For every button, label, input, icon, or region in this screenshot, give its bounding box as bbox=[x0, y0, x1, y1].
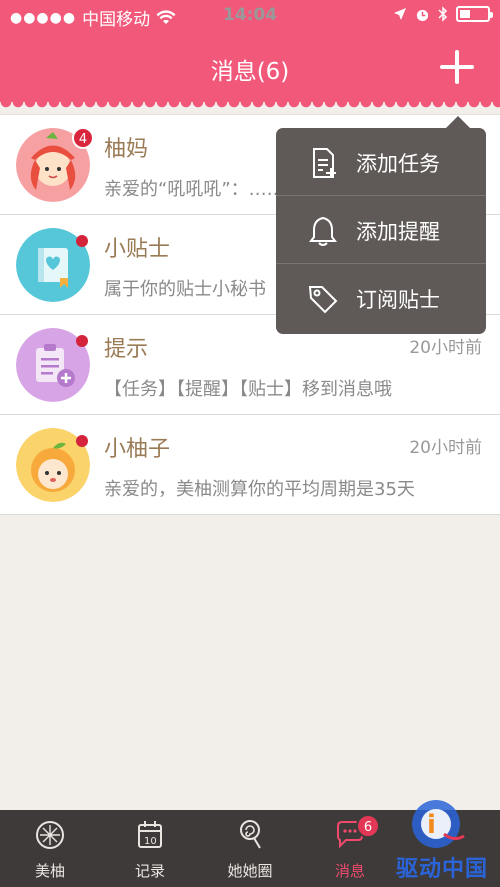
unread-dot bbox=[76, 335, 88, 347]
tab-badge: 6 bbox=[356, 814, 380, 838]
sender-name: 柚妈 bbox=[104, 137, 149, 162]
unread-badge: 4 bbox=[72, 127, 94, 149]
lollipop-icon bbox=[240, 820, 261, 849]
grapefruit-icon bbox=[36, 821, 64, 849]
svg-text:i: i bbox=[427, 810, 436, 840]
message-row-xiaoyouzi[interactable]: 小柚子 20小时前 亲爱的，美柚测算你的平均周期是35天 bbox=[0, 415, 500, 515]
sender-name: 提示 bbox=[104, 337, 149, 362]
menu-subscribe-tips[interactable]: 订阅贴士 bbox=[276, 264, 486, 332]
bluetooth-icon bbox=[438, 6, 448, 22]
popup-menu: 添加任务 添加提醒 订阅贴士 bbox=[276, 128, 486, 334]
watermark-text: 驱动中国 bbox=[395, 857, 488, 882]
bell-icon bbox=[309, 216, 337, 246]
tag-icon bbox=[308, 286, 338, 314]
unread-dot bbox=[76, 435, 88, 447]
watermark-logo: i 驱动中国 bbox=[384, 796, 500, 887]
menu-label: 订阅贴士 bbox=[356, 288, 440, 312]
alarm-icon bbox=[416, 9, 429, 21]
message-time: 20小时前 bbox=[409, 438, 482, 458]
menu-label: 添加提醒 bbox=[356, 220, 440, 244]
tab-record[interactable]: 10 记录 bbox=[100, 810, 200, 887]
status-bar: ●●●●● 中国移动 14:04 bbox=[0, 0, 500, 32]
battery-icon bbox=[456, 6, 493, 22]
menu-add-task[interactable]: 添加任务 bbox=[276, 128, 486, 196]
menu-label: 添加任务 bbox=[356, 152, 440, 176]
scallop-edge bbox=[0, 102, 500, 114]
tab-label: 记录 bbox=[134, 862, 165, 880]
tab-label: 她她圈 bbox=[227, 862, 273, 880]
message-preview: 【任务】【提醒】【贴士】移到消息哦 bbox=[104, 379, 392, 400]
sender-name: 小柚子 bbox=[104, 437, 171, 462]
document-add-icon bbox=[313, 148, 336, 178]
location-icon bbox=[394, 8, 406, 20]
message-time: 20小时前 bbox=[409, 338, 482, 358]
page-title: 消息(6) bbox=[210, 59, 290, 85]
svg-text:10: 10 bbox=[144, 836, 157, 847]
calendar-icon: 10 bbox=[138, 821, 162, 848]
unread-dot bbox=[76, 235, 88, 247]
tab-label: 美柚 bbox=[34, 862, 65, 880]
menu-add-reminder[interactable]: 添加提醒 bbox=[276, 196, 486, 264]
sender-name: 小贴士 bbox=[104, 237, 171, 262]
tab-circle[interactable]: 她她圈 bbox=[200, 810, 300, 887]
nav-bar: 消息(6) bbox=[0, 32, 500, 102]
add-button[interactable] bbox=[440, 50, 474, 84]
tab-meiyou[interactable]: 美柚 bbox=[0, 810, 100, 887]
message-preview: 亲爱的，美柚测算你的平均周期是35天 bbox=[104, 479, 415, 500]
popup-arrow bbox=[446, 116, 470, 128]
